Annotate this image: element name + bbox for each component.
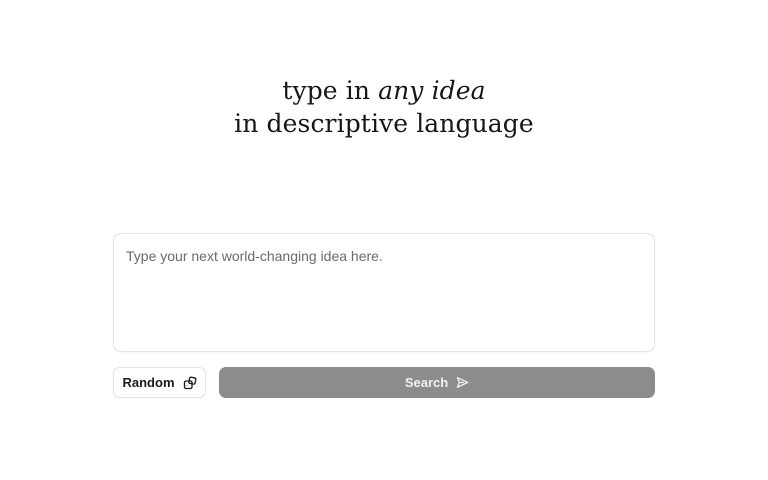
- hero-line-1-emphasis: any idea: [378, 76, 486, 105]
- hero-heading: type in any idea in descriptive language: [0, 74, 768, 140]
- hero-line-2: in descriptive language: [234, 109, 534, 138]
- random-button-label: Random: [122, 375, 175, 390]
- random-button[interactable]: Random: [113, 367, 206, 398]
- hero-line-1-prefix: type in: [282, 76, 379, 105]
- search-button[interactable]: Search: [219, 367, 655, 398]
- send-icon: [456, 376, 469, 389]
- idea-input[interactable]: [113, 233, 655, 352]
- hero-line-1: type in any idea: [0, 74, 768, 107]
- dice-icon: [183, 376, 197, 390]
- search-button-label: Search: [404, 375, 449, 390]
